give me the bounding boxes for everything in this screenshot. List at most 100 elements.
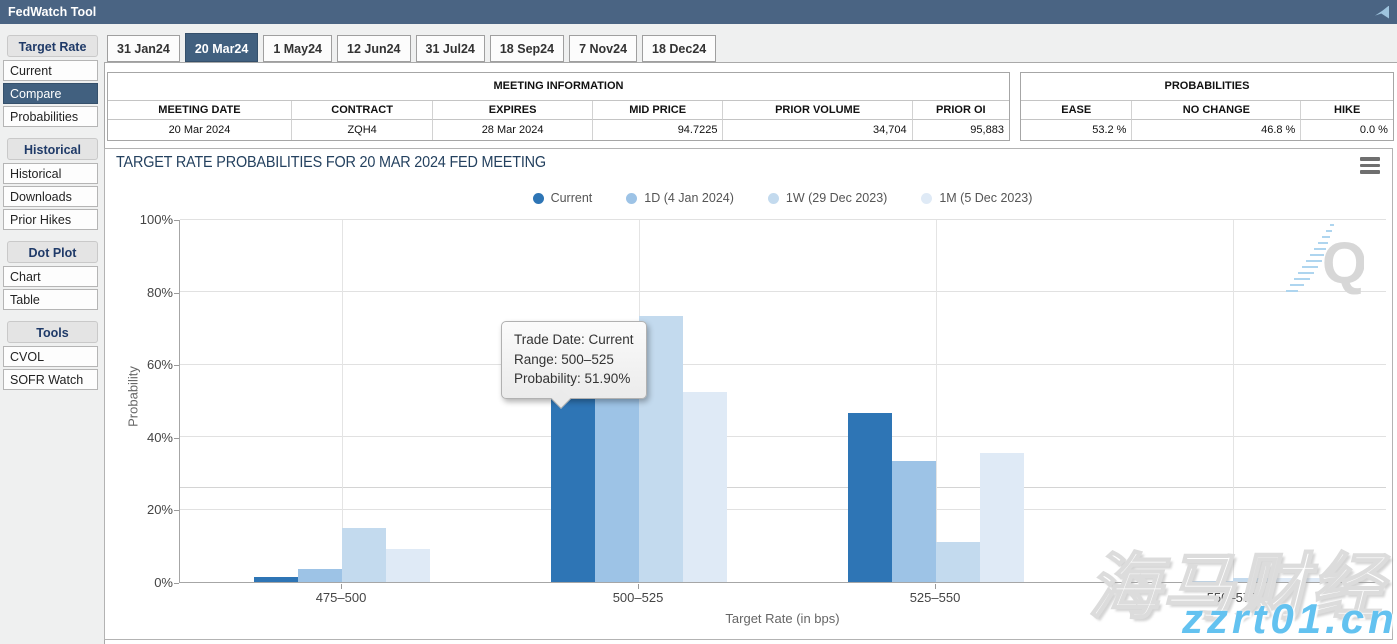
y-tick-label-20: 20% xyxy=(111,502,173,517)
tooltip-line: Probability: 51.90% xyxy=(514,369,634,389)
quikstrike-logo-watermark: Q xyxy=(1284,221,1364,299)
tab-31-jan24[interactable]: 31 Jan24 xyxy=(107,35,180,62)
x-tick-label-500-525: 500–525 xyxy=(578,590,698,605)
meeting-information-table: MEETING INFORMATION MEETING DATECONTRACT… xyxy=(107,72,1010,141)
probabilities-title: PROBABILITIES xyxy=(1021,73,1393,101)
app-header: FedWatch Tool xyxy=(0,0,1397,24)
sidebar-item-sofr-watch[interactable]: SOFR Watch xyxy=(3,369,98,390)
legend-item-current[interactable]: Current xyxy=(533,191,593,205)
legend-label: 1W (29 Dec 2023) xyxy=(786,191,887,205)
probabilities-table: PROBABILITIES EASENO CHANGEHIKE 53.2 %46… xyxy=(1020,72,1394,141)
sidebar-item-downloads[interactable]: Downloads xyxy=(3,186,98,207)
bar-1d-4-jan-2024-525-550[interactable] xyxy=(892,461,936,582)
chart-title: TARGET RATE PROBABILITIES FOR 20 MAR 202… xyxy=(116,154,546,172)
bar-1d-4-jan-2024-500-525[interactable] xyxy=(595,390,639,582)
sidebar-item-probabilities[interactable]: Probabilities xyxy=(3,106,98,127)
sidebar-item-chart[interactable]: Chart xyxy=(3,266,98,287)
sidebar-item-compare[interactable]: Compare xyxy=(3,83,98,104)
tab-31-jul24[interactable]: 31 Jul24 xyxy=(416,35,485,62)
column-header-hike: HIKE xyxy=(1300,101,1393,120)
y-tick-label-100: 100% xyxy=(111,212,173,227)
bar-1m-5-dec-2023-475-500[interactable] xyxy=(386,549,430,582)
column-header-mid-price: MID PRICE xyxy=(592,101,723,120)
bird-icon[interactable] xyxy=(1375,6,1389,19)
legend-label: 1M (5 Dec 2023) xyxy=(939,191,1032,205)
x-tick-label-525-550: 525–550 xyxy=(875,590,995,605)
tooltip-line: Range: 500–525 xyxy=(514,350,634,370)
gridline-h xyxy=(180,291,1386,292)
y-tick xyxy=(174,510,179,511)
bar-1w-29-dec-2023-525-550[interactable] xyxy=(936,542,980,582)
sidebar-item-cvol[interactable]: CVOL xyxy=(3,346,98,367)
tooltip-line: Trade Date: Current xyxy=(514,330,634,350)
bar-1w-29-dec-2023-475-500[interactable] xyxy=(342,528,386,582)
probabilities-header-row: EASENO CHANGEHIKE xyxy=(1021,101,1393,120)
legend-label: Current xyxy=(551,191,593,205)
legend-item-1m-5-dec-2023[interactable]: 1M (5 Dec 2023) xyxy=(921,191,1032,205)
y-tick-label-80: 80% xyxy=(111,285,173,300)
sidebar-item-historical[interactable]: Historical xyxy=(3,163,98,184)
legend-dot-icon xyxy=(768,193,779,204)
meeting-information-value-row: 20 Mar 2024ZQH428 Mar 202494.722534,7049… xyxy=(108,120,1009,140)
sidebar-gap xyxy=(0,129,104,138)
tab-18-sep24[interactable]: 18 Sep24 xyxy=(490,35,564,62)
y-tick-label-0: 0% xyxy=(111,575,173,590)
tab-7-nov24[interactable]: 7 Nov24 xyxy=(569,35,637,62)
legend-dot-icon xyxy=(533,193,544,204)
cell-value-expires: 28 Mar 2024 xyxy=(432,120,591,140)
bar-current-475-500[interactable] xyxy=(254,577,298,582)
y-tick xyxy=(174,365,179,366)
column-header-expires: EXPIRES xyxy=(432,101,591,120)
gridline-v xyxy=(936,220,937,582)
meeting-date-tabs: 31 Jan2420 Mar241 May2412 Jun2431 Jul241… xyxy=(107,35,716,62)
reference-line xyxy=(180,487,1386,488)
svg-text:Q: Q xyxy=(1322,231,1364,296)
app-title: FedWatch Tool xyxy=(8,5,96,19)
legend-item-1d-4-jan-2024[interactable]: 1D (4 Jan 2024) xyxy=(626,191,734,205)
sidebar-section-tools: Tools xyxy=(7,321,98,343)
gridline-h xyxy=(180,436,1386,437)
bar-1m-5-dec-2023-500-525[interactable] xyxy=(683,392,727,582)
x-tick xyxy=(341,584,342,589)
sidebar-section-historical: Historical xyxy=(7,138,98,160)
sidebar-item-current[interactable]: Current xyxy=(3,60,98,81)
x-tick xyxy=(935,584,936,589)
y-tick-label-60: 60% xyxy=(111,357,173,372)
sidebar-section-dot-plot: Dot Plot xyxy=(7,241,98,263)
x-tick-label-475-500: 475–500 xyxy=(281,590,401,605)
bar-current-500-525[interactable] xyxy=(551,394,595,582)
gridline-h xyxy=(180,509,1386,510)
sidebar-item-prior-hikes[interactable]: Prior Hikes xyxy=(3,209,98,230)
y-tick xyxy=(174,583,179,584)
tab-20-mar24[interactable]: 20 Mar24 xyxy=(185,33,259,62)
sidebar-section-target-rate: Target Rate xyxy=(7,35,98,57)
y-tick xyxy=(174,438,179,439)
legend-dot-icon xyxy=(626,193,637,204)
cell-value-prior-volume: 34,704 xyxy=(722,120,911,140)
legend-label: 1D (4 Jan 2024) xyxy=(644,191,734,205)
column-header-no-change: NO CHANGE xyxy=(1131,101,1300,120)
bar-1m-5-dec-2023-525-550[interactable] xyxy=(980,453,1024,582)
tab-1-may24[interactable]: 1 May24 xyxy=(263,35,332,62)
y-tick-label-40: 40% xyxy=(111,430,173,445)
cell-value-meeting-date: 20 Mar 2024 xyxy=(108,120,291,140)
column-header-prior-oi: PRIOR OI xyxy=(912,101,1009,120)
menu-bar xyxy=(1360,157,1380,161)
menu-bar xyxy=(1360,170,1380,174)
gridline-h xyxy=(180,364,1386,365)
column-header-ease: EASE xyxy=(1021,101,1131,120)
bar-current-525-550[interactable] xyxy=(848,413,892,582)
tab-18-dec24[interactable]: 18 Dec24 xyxy=(642,35,716,62)
sidebar-item-table[interactable]: Table xyxy=(3,289,98,310)
site-watermark-url: zzrt01.cn xyxy=(1182,595,1397,643)
legend-item-1w-29-dec-2023[interactable]: 1W (29 Dec 2023) xyxy=(768,191,887,205)
chart-menu-icon[interactable] xyxy=(1360,157,1380,177)
cell-value-no-change: 46.8 % xyxy=(1131,120,1300,140)
chart-tooltip: Trade Date: CurrentRange: 500–525Probabi… xyxy=(501,321,647,399)
sidebar-gap xyxy=(0,232,104,241)
tab-12-jun24[interactable]: 12 Jun24 xyxy=(337,35,411,62)
meeting-information-title: MEETING INFORMATION xyxy=(108,73,1009,101)
meeting-information-header-row: MEETING DATECONTRACTEXPIRESMID PRICEPRIO… xyxy=(108,101,1009,120)
bar-1d-4-jan-2024-475-500[interactable] xyxy=(298,569,342,582)
menu-bar xyxy=(1360,164,1380,168)
